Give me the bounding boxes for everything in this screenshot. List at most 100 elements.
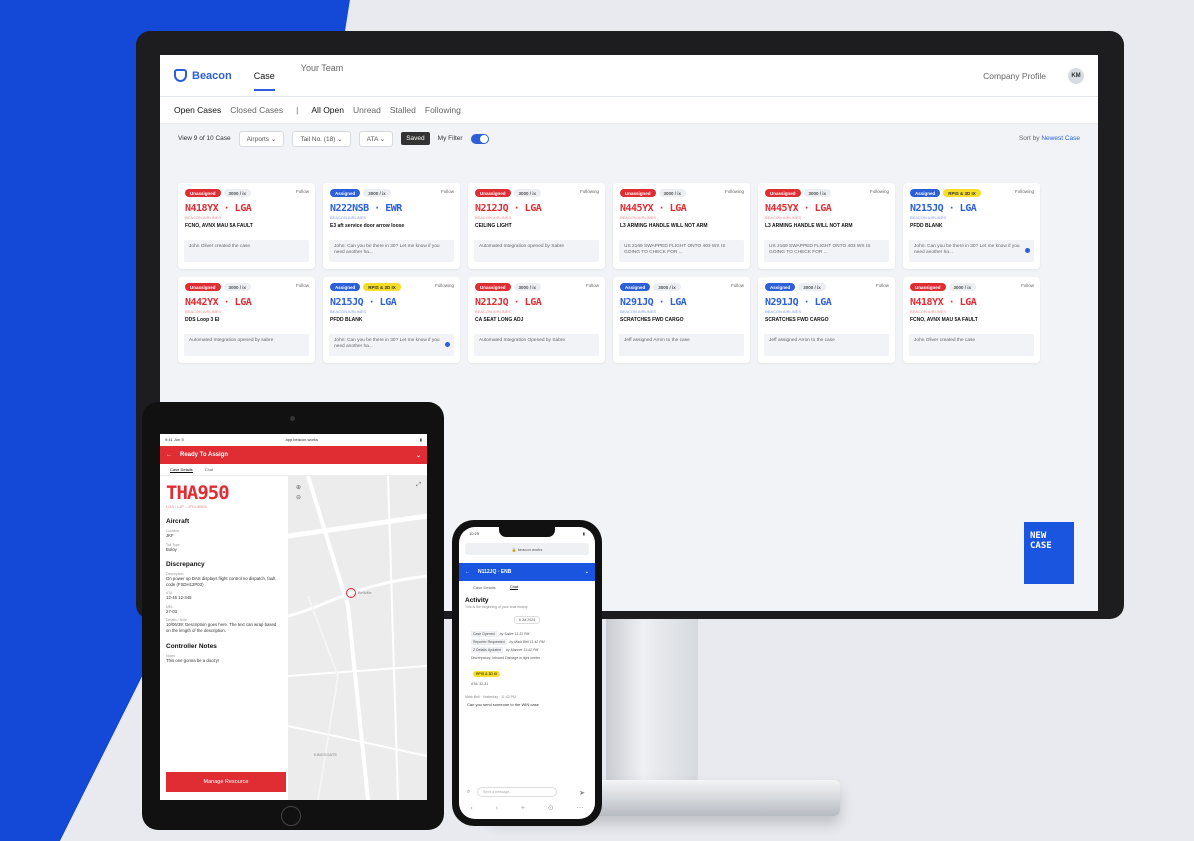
message-input[interactable]: Send a message... (477, 787, 557, 797)
attachment-icon[interactable]: ⌕ (467, 789, 470, 796)
status-badge: Unassigned (475, 283, 511, 291)
tab-chat[interactable]: Chat (205, 467, 213, 472)
tablet-map[interactable]: ⊕ ⊖ ⤢ Bellville KINGSGATE (288, 476, 427, 800)
airports-dropdown[interactable]: Airports ⌄ (238, 130, 285, 147)
phone-tabs: Case Details Chat (459, 581, 595, 593)
send-icon[interactable]: ➤ (579, 789, 585, 797)
back-arrow-icon[interactable]: ← (166, 452, 172, 458)
case-card[interactable]: Assigned 3000 / ix Follow N222NSB · EWR BEAC… (323, 183, 460, 269)
case-note: US 2169 SWAPPED FLIGHT ONTO 403 WX IS GO… (764, 240, 889, 262)
phone-device: 10:25 ▮ 🔒 beacon.works ← N112JQ · ENB ⌄ … (452, 520, 602, 826)
filter-unread[interactable]: Unread (353, 105, 381, 115)
case-card[interactable]: Assigned RPIS & 3D IX Following N215JQ · LG… (323, 277, 460, 363)
case-description: PFDD BLANK (910, 223, 943, 229)
case-description: E3 aft service door arrow loose (330, 223, 405, 229)
tab-open-cases[interactable]: Open Cases (174, 105, 221, 115)
filter-all-open[interactable]: All Open (311, 105, 344, 115)
case-card[interactable]: Unassigned 3000 / ix Follow N418YX · LGA BEA… (903, 277, 1040, 363)
event-row: Case Opened by Sabre 11:31 PM (459, 630, 595, 638)
follow-link[interactable]: Following (435, 283, 454, 288)
map-label-kingsgate: KINGSGATE (314, 752, 338, 757)
case-card[interactable]: Assigned 3000 / ix Follow N291JQ · LGA BEACO… (613, 277, 750, 363)
case-description: CEILING LIGHT (475, 223, 512, 229)
filter-stalled[interactable]: Stalled (390, 105, 416, 115)
location-pin-icon[interactable] (346, 588, 356, 598)
chat-date: 6 Jul 2024 (514, 616, 540, 624)
nav-tab-case[interactable]: Case (253, 71, 275, 91)
my-filter-toggle[interactable] (470, 133, 489, 144)
tail-dropdown[interactable]: Tail No. (18) ⌄ (292, 130, 351, 147)
new-tab-icon[interactable]: + (521, 805, 525, 812)
case-note-text: US 2169 SWAPPED FLIGHT ONTO 403 WX IS GO… (624, 244, 726, 256)
tab-case-details[interactable]: Case Details (473, 585, 496, 590)
case-card[interactable]: Unassigned 3000 / ix Following N212JQ · LGA… (468, 183, 605, 269)
follow-link[interactable]: Follow (296, 283, 309, 288)
status-badge: Unassigned (620, 189, 656, 197)
follow-link[interactable]: Following (870, 189, 889, 194)
follow-link[interactable]: Following (580, 189, 599, 194)
case-note: Jeff assigned Arron to the case (764, 334, 889, 356)
case-code: N418YX · LGA (910, 297, 977, 308)
airports-dropdown-label: Airports (246, 135, 270, 143)
back-arrow-icon[interactable]: ← (465, 569, 470, 575)
brand-logo[interactable]: Beacon (174, 69, 232, 82)
saved-button[interactable]: Saved (401, 132, 430, 145)
follow-link[interactable]: Following (1015, 189, 1034, 194)
nav-tab-your-team[interactable]: Your Team (301, 63, 344, 91)
battery-icon: ▮ (419, 437, 422, 442)
follow-link[interactable]: Follow (586, 283, 599, 288)
chevron-down-icon[interactable]: ⌄ (416, 452, 421, 459)
follow-link[interactable]: Follow (1021, 283, 1034, 288)
controller-notes-heading: Controller Notes (166, 642, 217, 650)
tab-closed-cases[interactable]: Closed Cases (230, 105, 283, 115)
case-note-text: John: Can you be there in 30? Let me kno… (334, 244, 440, 256)
tablet-url: app.beacon.works (285, 437, 318, 442)
more-icon[interactable]: ⋯ (577, 804, 584, 812)
follow-link[interactable]: Follow (876, 283, 889, 288)
case-card[interactable]: Unassigned 3000 / ix Follow N442YX · LGA BEA… (178, 277, 315, 363)
ata-dropdown[interactable]: ATA ⌄ (358, 130, 394, 147)
phone-case-header: ← N112JQ · ENB ⌄ (459, 563, 595, 581)
tablet-header-title: Ready To Assign (180, 452, 229, 458)
sort-control[interactable]: Sort by Newest Case (1019, 135, 1080, 142)
chevron-down-icon[interactable]: ⌄ (585, 569, 589, 575)
case-card[interactable]: Assigned RPIS & 3D IX Following N215JQ · LG… (903, 183, 1040, 269)
chat-message: Can you send someone to the WIN case (467, 702, 539, 707)
expand-icon[interactable]: ⤢ (416, 482, 421, 489)
phone-header-title: N112JQ · ENB (478, 569, 512, 575)
zoom-in-icon[interactable]: ⊕ (296, 484, 301, 491)
phone-url-bar[interactable]: 🔒 beacon.works (465, 543, 589, 555)
case-code: N418YX · LGA (185, 203, 252, 214)
follow-link[interactable]: Follow (296, 189, 309, 194)
case-card[interactable]: Unassigned 3000 / ix Follow N418YX · LGA BEA… (178, 183, 315, 269)
airline-name: BEACON AIRLINES (910, 215, 947, 220)
follow-link[interactable]: Follow (441, 189, 454, 194)
case-description: SCRATCHES FWD CARGO (765, 317, 829, 323)
new-case-button[interactable]: NEW CASE (1024, 522, 1074, 584)
status-badge: Unassigned (910, 283, 946, 291)
case-note-text: Jeff assigned Arron to the case (769, 338, 835, 343)
avatar[interactable]: KM (1068, 67, 1084, 84)
case-card[interactable]: Assigned 3000 / ix Follow N291JQ · LGA BEACO… (758, 277, 895, 363)
case-card[interactable]: Unassigned 3000 / ix Following N445YX · LGA… (758, 183, 895, 269)
case-description: L3 ARMING HANDLE WILL NOT ARM (765, 223, 853, 229)
airline-name: BEACON AIRLINES (765, 309, 802, 314)
follow-link[interactable]: Follow (731, 283, 744, 288)
filter-following[interactable]: Following (425, 105, 461, 115)
manage-resource-button[interactable]: Manage Resource (166, 772, 286, 792)
follow-link[interactable]: Following (725, 189, 744, 194)
browser-back-icon[interactable]: ‹ (470, 805, 472, 812)
company-profile-link[interactable]: Company Profile (983, 71, 1046, 81)
priority-badge: RPIS & 3D IX (363, 283, 401, 291)
tab-case-details[interactable]: Case Details (170, 467, 193, 473)
case-code: N215JQ · LGA (910, 203, 977, 214)
status-badge: Assigned (765, 283, 796, 291)
tabs-icon[interactable]: ⊙ (548, 804, 554, 812)
case-card[interactable]: Unassigned 3000 / ix Following N445YX · LGA… (613, 183, 750, 269)
browser-forward-icon[interactable]: › (496, 805, 498, 812)
card-badges: Assigned 3000 / ix (765, 283, 888, 291)
zoom-out-icon[interactable]: ⊖ (296, 494, 301, 501)
tab-chat[interactable]: Chat (509, 584, 519, 590)
beacon-logo-icon (174, 69, 187, 82)
case-card[interactable]: Unassigned 3000 / ix Follow N212JQ · LGA BEA… (468, 277, 605, 363)
